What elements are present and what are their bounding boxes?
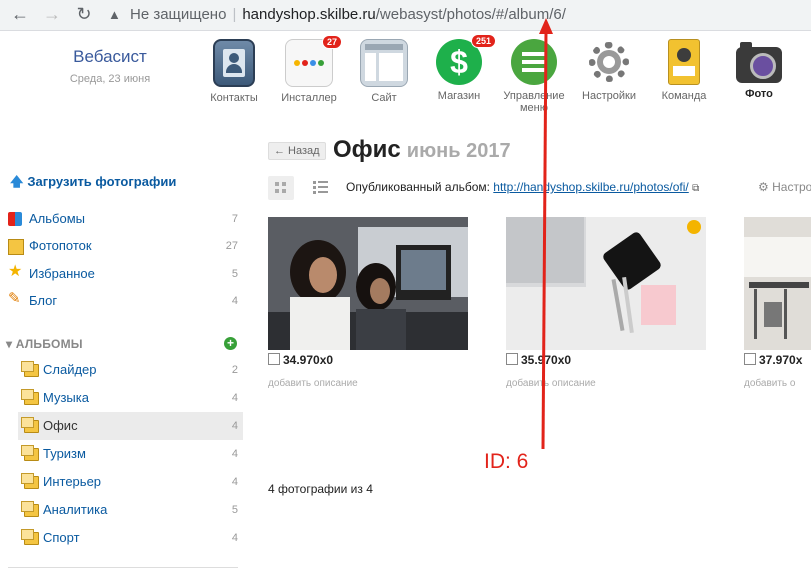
annotation-id-label: ID: 6 bbox=[484, 450, 529, 473]
annotation-arrow bbox=[539, 18, 553, 450]
